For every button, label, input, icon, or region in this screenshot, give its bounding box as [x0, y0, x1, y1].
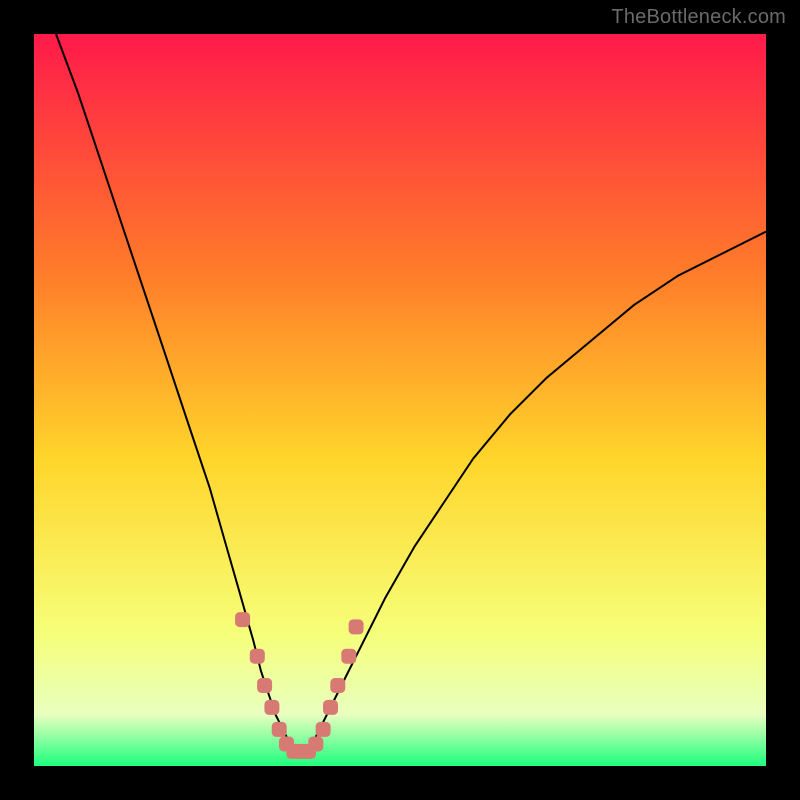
curve-marker: [309, 737, 323, 751]
curve-marker: [236, 613, 250, 627]
watermark-text: TheBottleneck.com: [611, 6, 786, 29]
gradient-background: [34, 34, 766, 766]
chart-svg: [34, 34, 766, 766]
curve-marker: [265, 700, 279, 714]
curve-marker: [316, 722, 330, 736]
curve-marker: [258, 679, 272, 693]
curve-marker: [324, 700, 338, 714]
curve-marker: [342, 649, 356, 663]
curve-marker: [331, 679, 345, 693]
curve-marker: [349, 620, 363, 634]
curve-marker: [250, 649, 264, 663]
chart-frame: TheBottleneck.com: [0, 0, 800, 800]
curve-marker: [272, 722, 286, 736]
plot-area: [34, 34, 766, 766]
